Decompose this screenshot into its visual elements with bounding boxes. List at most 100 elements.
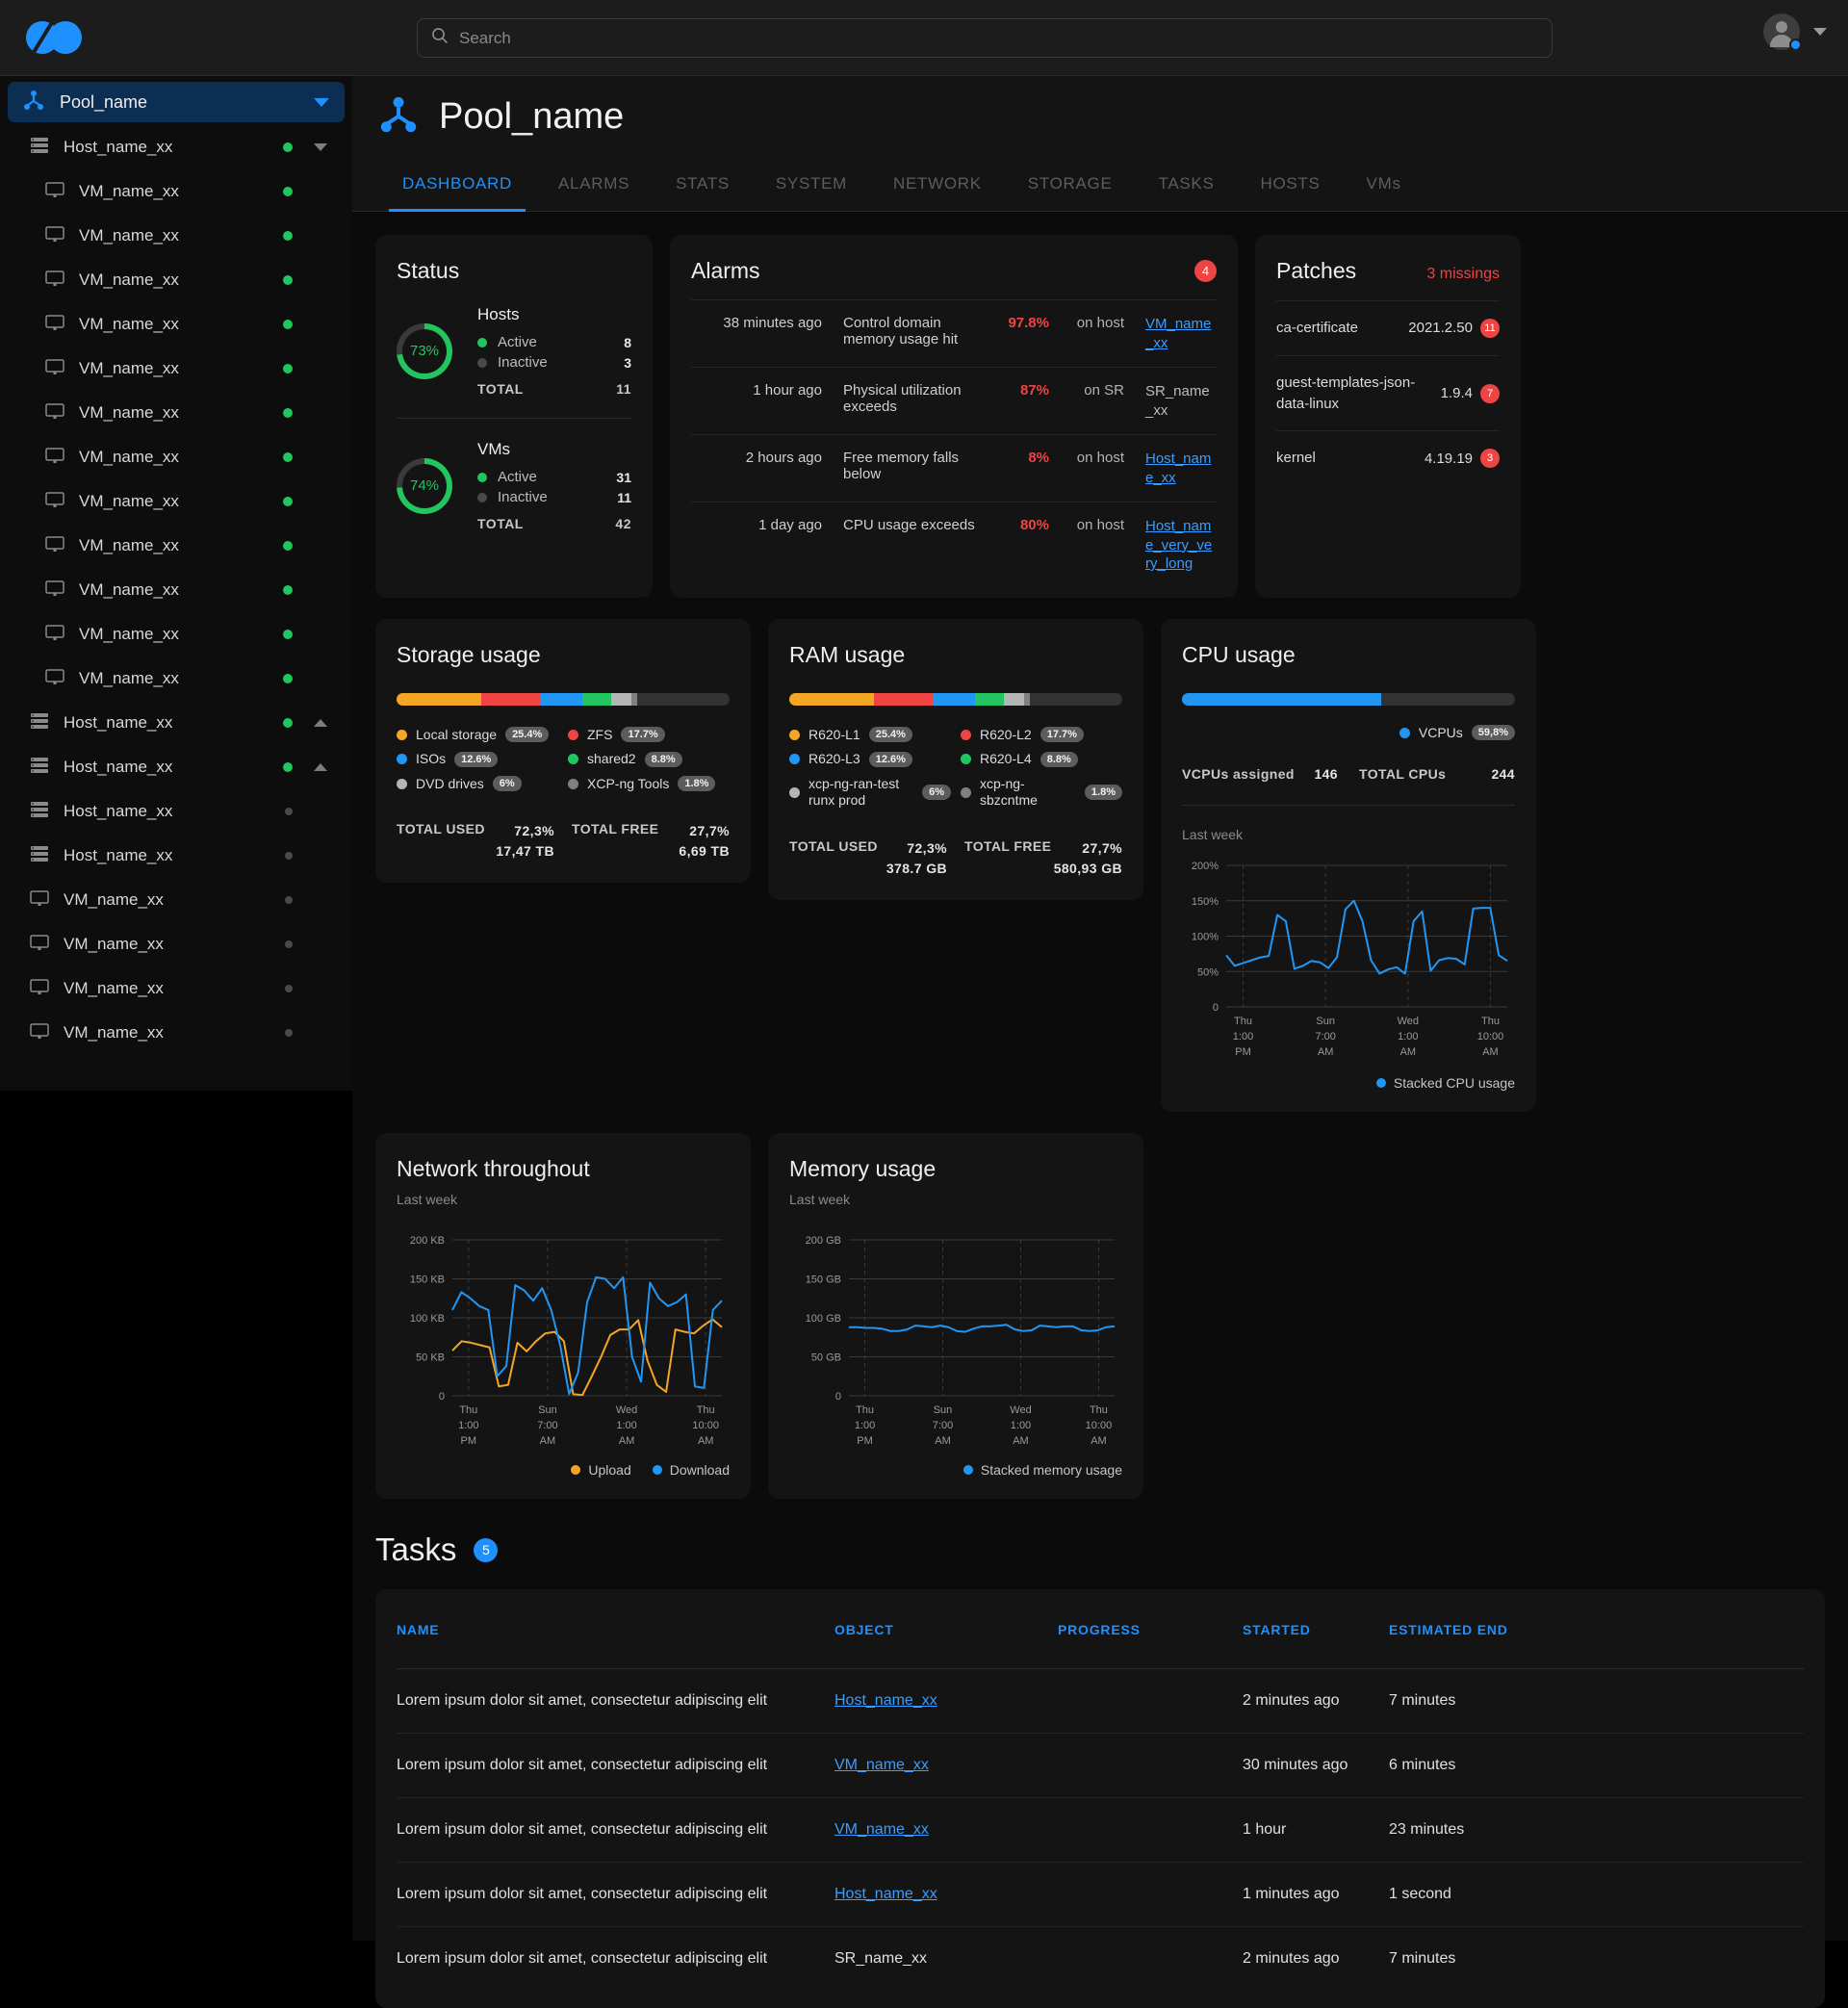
sidebar-item-vm_name_xx[interactable]: VM_name_xx — [8, 479, 345, 524]
sidebar-item-vm_name_xx[interactable]: VM_name_xx — [8, 302, 345, 347]
sidebar-item-label: Host_name_xx — [64, 138, 270, 157]
sidebar-item-vm_name_xx[interactable]: VM_name_xx — [8, 391, 345, 435]
task-object-link[interactable]: VM_name_xx — [834, 1821, 929, 1838]
vms-inactive-row: Inactive 11 — [477, 487, 631, 507]
hosts-total-value: 11 — [616, 381, 631, 397]
app-logo[interactable] — [0, 0, 352, 76]
sidebar-item-vm_name_xx[interactable]: VM_name_xx — [8, 1011, 345, 1055]
task-estimated-end: 7 minutes — [1389, 1669, 1804, 1734]
alarm-object-link[interactable]: Host_name_xx — [1124, 450, 1217, 487]
tasks-column-header[interactable]: STARTED — [1243, 1589, 1389, 1669]
vms-donut-pct: 74% — [410, 477, 439, 494]
sidebar-item-vm_name_xx[interactable]: VM_name_xx — [8, 435, 345, 479]
storage-bar-segment — [397, 693, 481, 706]
chevron-up-icon[interactable] — [314, 719, 327, 727]
chevron-up-icon[interactable] — [314, 763, 327, 771]
patch-count-badge: 11 — [1480, 319, 1500, 338]
sidebar-pool-row[interactable]: Pool_name — [8, 82, 345, 122]
status-dot-active — [283, 231, 293, 241]
status-dot-inactive — [285, 808, 293, 815]
tab-network[interactable]: NETWORK — [870, 157, 1005, 212]
user-menu[interactable] — [1763, 13, 1827, 50]
table-row: Lorem ipsum dolor sit amet, consectetur … — [397, 1863, 1804, 1927]
tab-dashboard[interactable]: DASHBOARD — [379, 157, 535, 212]
chevron-down-icon[interactable] — [1813, 28, 1827, 36]
tab-stats[interactable]: STATS — [653, 157, 753, 212]
ram-usage-card: RAM usage R620-L125.4%R620-L217.7%R620-L… — [768, 619, 1143, 900]
tab-hosts[interactable]: HOSTS — [1237, 157, 1343, 212]
sidebar-item-vm_name_xx[interactable]: VM_name_xx — [8, 612, 345, 656]
status-dot-active — [283, 762, 293, 772]
patch-row: ca-certificate2021.2.5011 — [1276, 300, 1500, 355]
sidebar-item-label: VM_name_xx — [79, 315, 270, 334]
sidebar-item-vm_name_xx[interactable]: VM_name_xx — [8, 922, 345, 966]
pool-icon — [23, 90, 44, 116]
vms-donut-chart: 74% — [397, 458, 452, 514]
sidebar-item-vm_name_xx[interactable]: VM_name_xx — [8, 169, 345, 214]
sidebar-item-vm_name_xx[interactable]: VM_name_xx — [8, 524, 345, 568]
task-started: 2 minutes ago — [1243, 1927, 1389, 1992]
svg-text:10:00: 10:00 — [692, 1420, 719, 1431]
sidebar-item-host_name_xx[interactable]: Host_name_xx — [8, 745, 345, 789]
host-icon — [29, 843, 50, 869]
search-icon — [431, 27, 449, 49]
hosts-status-block: 73% Hosts Active 8 Inactive 3 — [397, 284, 631, 397]
sidebar-item-host_name_xx[interactable]: Host_name_xx — [8, 125, 345, 169]
sidebar-item-host_name_xx[interactable]: Host_name_xx — [8, 834, 345, 878]
avatar[interactable] — [1763, 13, 1800, 50]
alarm-object-link[interactable]: Host_name_very_very_long — [1124, 517, 1217, 574]
sidebar-item-label: VM_name_xx — [79, 536, 270, 555]
task-object-link[interactable]: Host_name_xx — [834, 1692, 937, 1709]
status-card: Status 73% Hosts Active 8 — [375, 235, 653, 598]
alarm-percentage: 80% — [993, 517, 1049, 533]
alarm-object-link[interactable]: VM_name_xx — [1124, 315, 1217, 352]
cpu-legend-label: VCPUs — [1419, 725, 1463, 742]
tab-storage[interactable]: STORAGE — [1005, 157, 1136, 212]
vm-icon — [44, 268, 65, 294]
tasks-column-header[interactable]: NAME — [397, 1589, 834, 1669]
svg-text:Thu: Thu — [1234, 1016, 1252, 1027]
sidebar-item-label: Host_name_xx — [64, 758, 270, 777]
status-card-title: Status — [397, 258, 631, 284]
alarm-message: Physical utilization exceeds — [822, 382, 993, 415]
tasks-column-header[interactable]: ESTIMATED END — [1389, 1589, 1804, 1669]
patch-name: kernel — [1276, 448, 1417, 469]
ram-bar-segment — [975, 693, 1004, 706]
tab-vms[interactable]: VMs — [1344, 157, 1424, 212]
chevron-down-icon[interactable] — [314, 143, 327, 151]
sidebar-item-vm_name_xx[interactable]: VM_name_xx — [8, 878, 345, 922]
hosts-inactive-value: 3 — [624, 355, 631, 371]
search-input[interactable] — [459, 29, 1538, 48]
search-bar[interactable] — [417, 18, 1553, 58]
ram-totals: TOTAL USED 72,3%378.7 GB TOTAL FREE 27,7… — [789, 838, 1122, 879]
storage-total-free-label: TOTAL FREE — [572, 821, 679, 862]
task-object-link[interactable]: VM_name_xx — [834, 1757, 929, 1773]
network-chart-subtitle: Last week — [397, 1192, 730, 1207]
legend-dot-icon — [397, 730, 407, 740]
network-chart-title: Network throughout — [397, 1156, 730, 1182]
sidebar-item-vm_name_xx[interactable]: VM_name_xx — [8, 966, 345, 1011]
tasks-column-header[interactable]: PROGRESS — [1058, 1589, 1243, 1669]
sidebar-item-vm_name_xx[interactable]: VM_name_xx — [8, 258, 345, 302]
tasks-column-header[interactable]: OBJECT — [834, 1589, 1058, 1669]
tab-system[interactable]: SYSTEM — [753, 157, 870, 212]
task-object-link[interactable]: Host_name_xx — [834, 1886, 937, 1902]
sidebar-item-vm_name_xx[interactable]: VM_name_xx — [8, 214, 345, 258]
svg-text:PM: PM — [1235, 1046, 1251, 1058]
sidebar-item-host_name_xx[interactable]: Host_name_xx — [8, 789, 345, 834]
vm-icon — [44, 179, 65, 205]
chevron-down-icon[interactable] — [314, 98, 329, 107]
sidebar-item-host_name_xx[interactable]: Host_name_xx — [8, 701, 345, 745]
tab-tasks[interactable]: TASKS — [1136, 157, 1238, 212]
legend-percentage: 8.8% — [645, 752, 682, 767]
sidebar-item-vm_name_xx[interactable]: VM_name_xx — [8, 568, 345, 612]
tab-alarms[interactable]: ALARMS — [535, 157, 653, 212]
task-estimated-end: 23 minutes — [1389, 1798, 1804, 1863]
sidebar-item-vm_name_xx[interactable]: VM_name_xx — [8, 347, 345, 391]
legend-dot-icon — [397, 754, 407, 764]
ram-usage-legend: R620-L125.4%R620-L217.7%R620-L312.6%R620… — [789, 727, 1122, 810]
vm-icon — [44, 356, 65, 382]
hosts-active-value: 8 — [624, 335, 631, 350]
svg-text:Thu: Thu — [697, 1404, 715, 1416]
sidebar-item-vm_name_xx[interactable]: VM_name_xx — [8, 656, 345, 701]
